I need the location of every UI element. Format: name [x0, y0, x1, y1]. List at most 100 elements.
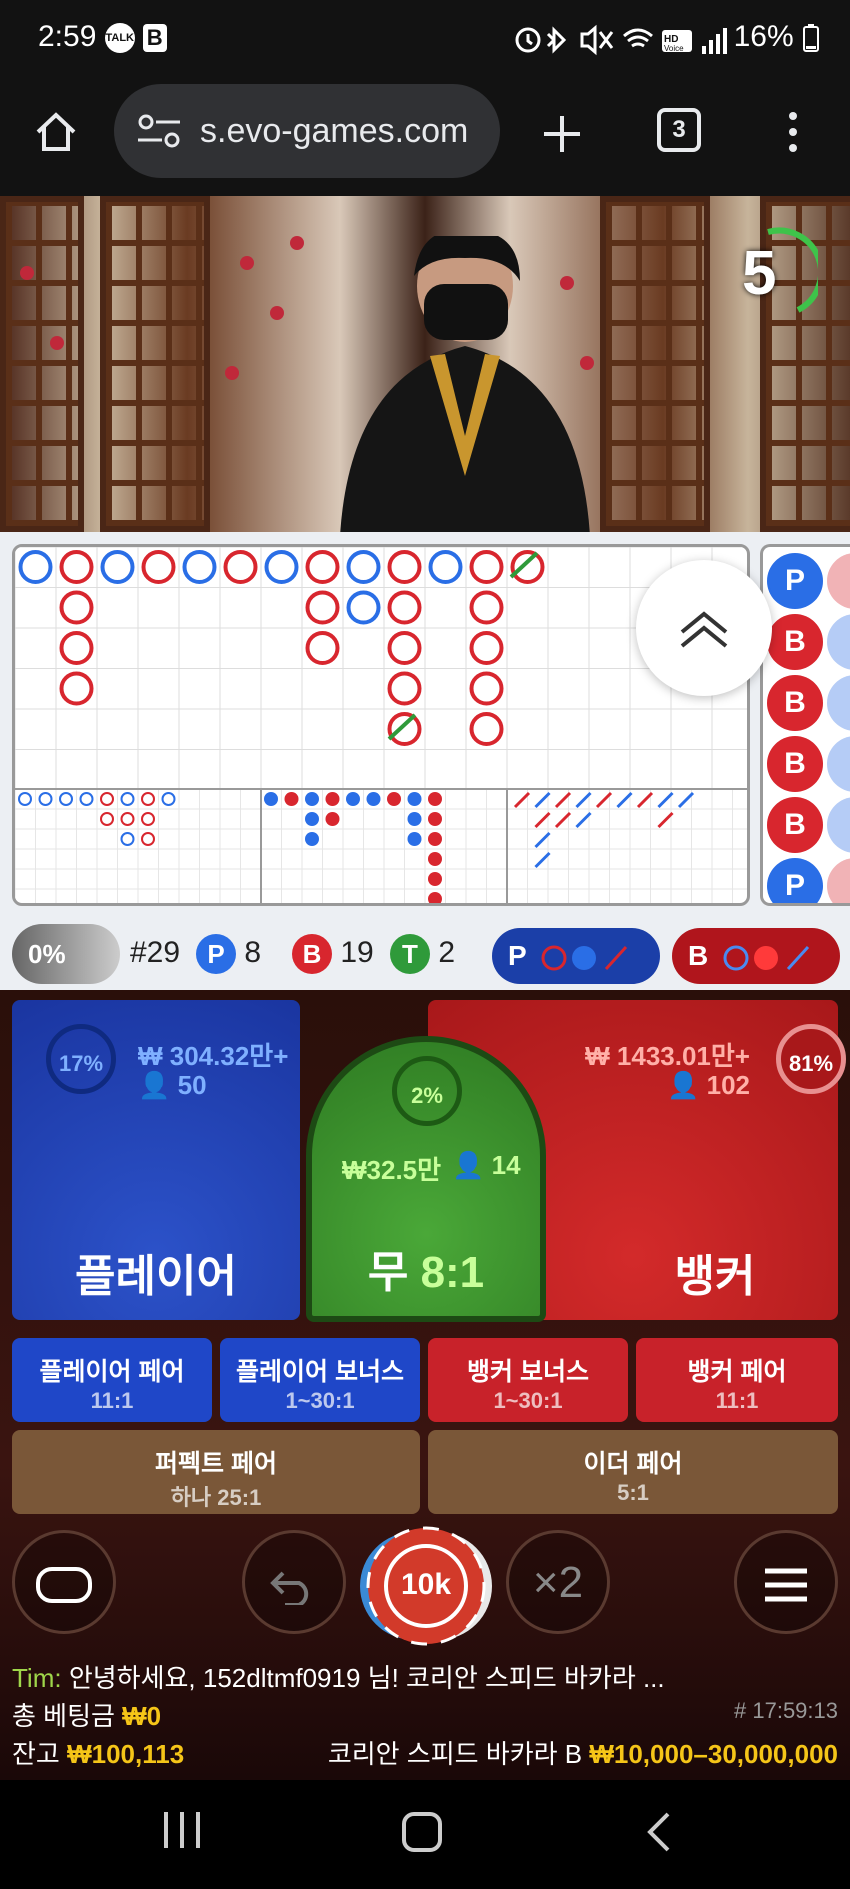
home-nav-icon[interactable]: [400, 1810, 444, 1854]
either-pair-bet[interactable]: 이더 페어 5:1: [428, 1430, 838, 1514]
cockroach-slash: [575, 791, 592, 809]
small-road-dot: [428, 892, 442, 903]
chip-selector[interactable]: 10k: [358, 1518, 494, 1654]
tie-percentage: 2%: [392, 1056, 462, 1126]
back-icon[interactable]: [644, 1810, 674, 1854]
banker-percentage: 81%: [776, 1024, 846, 1094]
expand-roadmap-button[interactable]: [636, 560, 772, 696]
win-percentage: 0%: [12, 924, 120, 984]
more-menu-icon[interactable]: [778, 108, 808, 158]
site-settings-icon[interactable]: [136, 106, 180, 156]
live-dealer-video: 5: [0, 196, 850, 532]
big-road-ring: [223, 550, 258, 584]
system-nav-bar: [0, 1780, 850, 1889]
big-road-ring: [305, 631, 340, 665]
tie-total-bet: ₩32.5만: [342, 1155, 442, 1185]
chip-value: 10k: [400, 1568, 452, 1601]
cockroach-slash: [616, 791, 633, 809]
address-bar[interactable]: s.evo-games.com: [114, 84, 500, 178]
small-road-dot: [366, 792, 381, 806]
side-road-bead: B: [767, 797, 823, 853]
player-bonus-bet[interactable]: 플레이어 보너스 1~30:1: [220, 1338, 420, 1422]
big-road-ring: [387, 671, 422, 706]
big-road-ring: [469, 671, 504, 706]
undo-button[interactable]: [242, 1530, 346, 1634]
home-icon[interactable]: [32, 108, 80, 156]
small-road-dot: [428, 832, 442, 846]
side-road-bead: B: [767, 736, 823, 792]
big-eye-ring: [59, 792, 73, 806]
big-road-ring: [469, 712, 504, 746]
lattice-screen: [100, 196, 210, 532]
banker-label: 뱅커: [674, 1252, 756, 1301]
player-label: 플레이어: [75, 1252, 237, 1301]
side-road[interactable]: PBBBBP: [760, 544, 850, 906]
game-id: # 17:59:13: [734, 1698, 838, 1723]
big-road-ring: [346, 590, 381, 625]
player-percentage: 17%: [46, 1024, 116, 1094]
big-eye-ring: [141, 832, 155, 846]
tab-switcher-button[interactable]: 3: [657, 108, 701, 152]
double-button[interactable]: ×2: [506, 1530, 610, 1634]
predict-banker-button[interactable]: B: [672, 928, 840, 984]
table-info: 코리안 스피드 바카라 B ₩10,000–30,000,000: [327, 1739, 838, 1769]
perfect-pair-bet[interactable]: 퍼펙트 페어 하나 25:1: [12, 1430, 420, 1514]
banker-count: B 19: [292, 934, 374, 974]
side-road-bead-faded: [827, 614, 850, 670]
big-eye-ring: [120, 832, 135, 846]
banker-bonus-bet[interactable]: 뱅커 보너스 1~30:1: [428, 1338, 628, 1422]
big-eye-ring: [100, 812, 114, 826]
big-road-ring: [100, 550, 135, 584]
chat-button[interactable]: [12, 1530, 116, 1634]
side-road-bead: B: [767, 675, 823, 731]
balance: 잔고 ₩100,113: [12, 1739, 185, 1769]
side-road-bead: P: [767, 858, 823, 903]
lattice-screen: [0, 196, 84, 532]
player-pair-bet[interactable]: 플레이어 페어 11:1: [12, 1338, 212, 1422]
player-count: P 8: [196, 934, 261, 974]
menu-button[interactable]: [734, 1530, 838, 1634]
small-road-dot: [305, 792, 319, 806]
big-road-ring: [469, 550, 504, 584]
player-bet-spot[interactable]: 17% ₩ 304.32만+ 👤 50 플레이어: [12, 1000, 300, 1320]
tie-bet-spot[interactable]: 2% ₩32.5만 👤 14 무 8:1: [306, 1036, 546, 1322]
total-bet: 총 베팅금 ₩0: [12, 1701, 162, 1731]
big-road-ring: [264, 550, 299, 584]
big-road-ring: [59, 590, 94, 625]
big-eye-ring: [161, 792, 176, 806]
small-road-dot: [346, 792, 360, 806]
small-road-dot: [325, 792, 340, 806]
big-road-ring: [182, 550, 217, 584]
chat-message: Tim: 안녕하세요, 152dltmf0919 님! 코리안 스피드 바카라 …: [12, 1663, 665, 1693]
cockroach-slash: [595, 791, 613, 809]
side-road-bead-faded: [827, 675, 850, 731]
banker-users: 👤 102: [667, 1070, 750, 1100]
banker-pair-bet[interactable]: 뱅커 페어 11:1: [636, 1338, 838, 1422]
player-total-bet: ₩ 304.32만+: [138, 1041, 289, 1071]
small-road-dot: [325, 812, 340, 826]
big-road-ring: [469, 631, 504, 665]
small-road-dot: [407, 832, 422, 846]
undo-icon: [270, 1571, 309, 1608]
new-tab-icon[interactable]: [540, 112, 584, 156]
lattice-screen: [600, 196, 710, 532]
small-road-dot: [387, 792, 401, 806]
stats-bar: 0% #29 P 8 B 19 T 2 P B: [0, 920, 850, 990]
big-eye-ring: [120, 792, 135, 806]
cockroach-slash: [657, 811, 674, 829]
cockroach-slash: [636, 791, 654, 809]
big-road-ring: [387, 550, 422, 584]
cockroach-slash: [575, 811, 592, 829]
predict-player-button[interactable]: P: [492, 928, 660, 984]
big-road-ring: [18, 550, 53, 584]
status-time: 2:59 TALK B: [38, 20, 167, 54]
recent-apps-icon[interactable]: [160, 1810, 204, 1850]
cockroach-slash: [554, 811, 572, 829]
countdown-timer: 5: [718, 224, 818, 324]
url-text: s.evo-games.com: [200, 112, 469, 150]
tie-label: 무 8:1: [367, 1248, 485, 1297]
big-road-ring: [59, 550, 94, 584]
big-road-ring: [305, 550, 340, 584]
side-road-bead-faded: [827, 736, 850, 792]
big-road-ring: [59, 671, 94, 706]
